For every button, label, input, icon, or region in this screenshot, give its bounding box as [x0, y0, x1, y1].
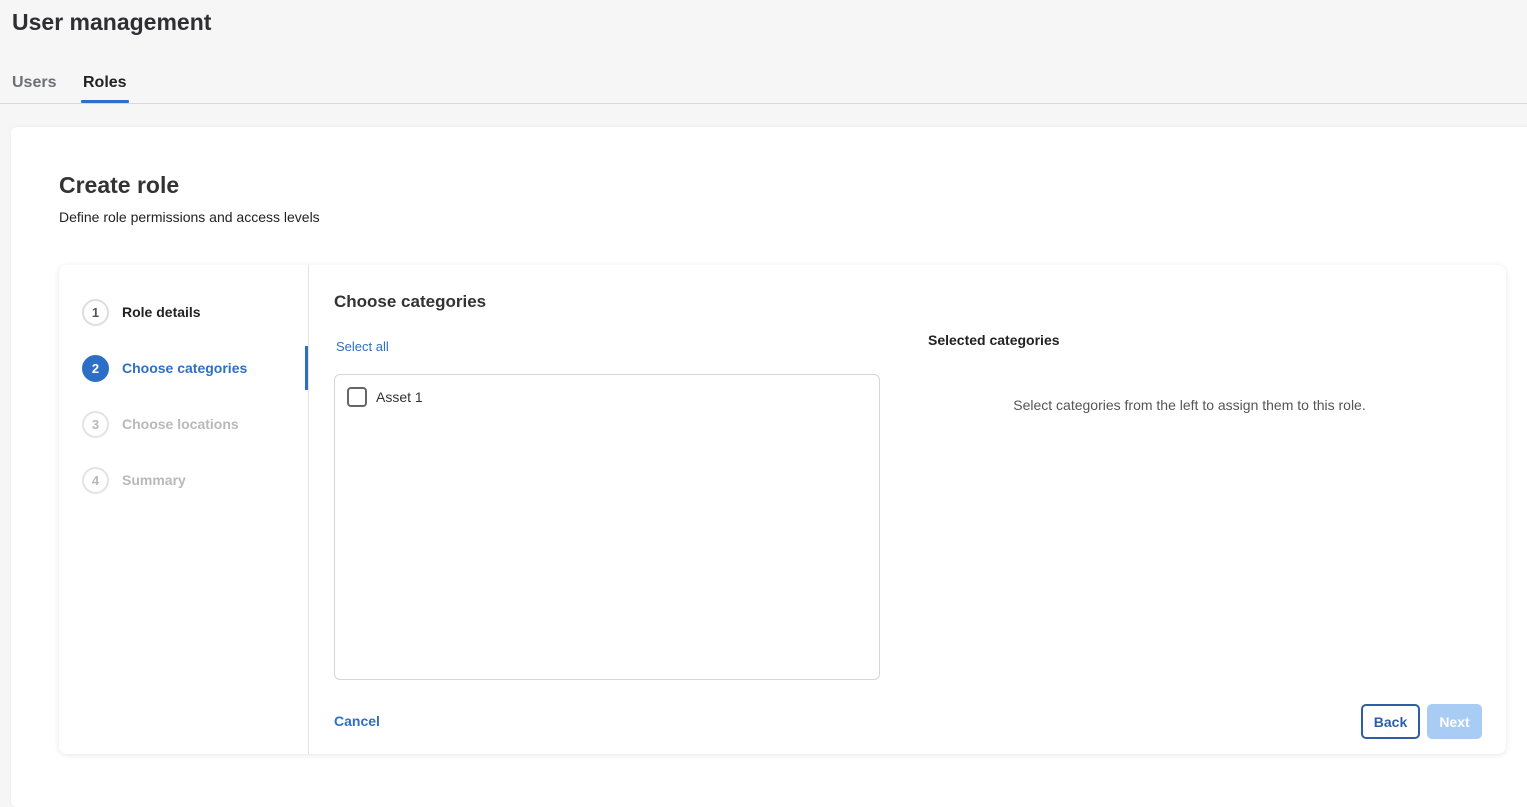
section-title: Choose categories: [334, 292, 487, 311]
back-button[interactable]: Back: [1361, 704, 1420, 739]
step-number: 4: [82, 466, 109, 494]
step-choose-categories[interactable]: 2 Choose categories: [82, 354, 309, 382]
select-all-link[interactable]: Select all: [336, 339, 389, 354]
category-label: Asset 1: [376, 389, 423, 405]
step-label: Choose categories: [122, 360, 248, 376]
selected-categories-title: Selected categories: [928, 332, 1060, 348]
step-label: Choose locations: [122, 416, 239, 432]
category-checkbox[interactable]: [347, 387, 367, 407]
list-item[interactable]: Asset 1: [347, 387, 423, 407]
wizard-steps: 1 Role details 2 Choose categories 3 Cho…: [59, 265, 309, 754]
selected-empty-message: Select categories from the left to assig…: [1013, 397, 1366, 413]
tab-roles[interactable]: Roles: [81, 74, 129, 103]
cancel-button[interactable]: Cancel: [334, 713, 380, 729]
step-number: 3: [82, 410, 109, 438]
form-title: Create role: [59, 172, 180, 198]
step-number: 1: [82, 298, 109, 326]
category-list[interactable]: Asset 1: [334, 374, 880, 680]
step-summary: 4 Summary: [82, 466, 309, 494]
wizard-panel: 1 Role details 2 Choose categories 3 Cho…: [59, 265, 1506, 754]
tab-bar: Users Roles: [0, 60, 1527, 104]
active-step-indicator: [305, 346, 308, 390]
step-choose-locations: 3 Choose locations: [82, 410, 309, 438]
step-label: Role details: [122, 304, 201, 320]
next-button: Next: [1427, 704, 1482, 739]
page-title: User management: [12, 9, 212, 35]
tab-users[interactable]: Users: [12, 74, 56, 92]
step-label: Summary: [122, 472, 186, 488]
step-role-details[interactable]: 1 Role details: [82, 298, 309, 326]
create-role-card: Create role Define role permissions and …: [11, 127, 1527, 807]
step-number: 2: [82, 354, 109, 382]
form-subtitle: Define role permissions and access level…: [59, 209, 320, 225]
